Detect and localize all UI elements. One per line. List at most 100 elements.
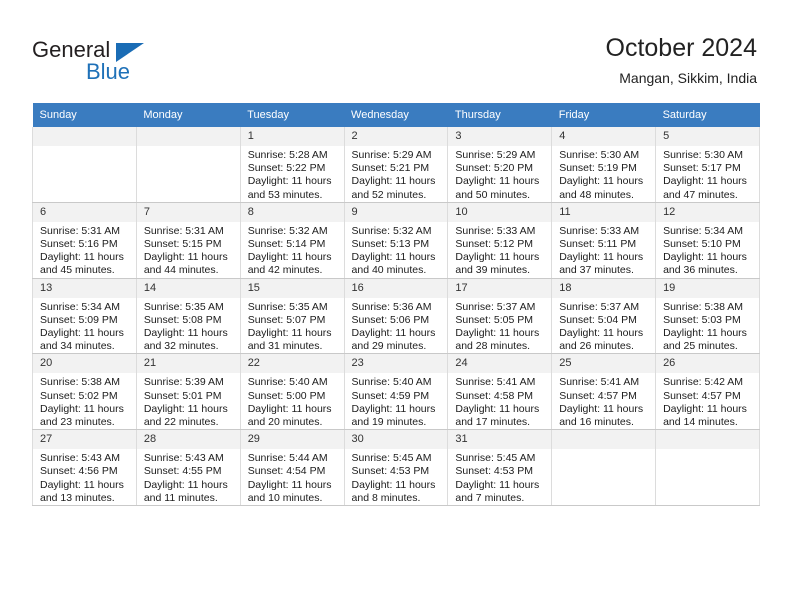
sunrise-text: Sunrise: 5:41 AM <box>559 376 640 389</box>
daylight-text: Daylight: 11 hours and 32 minutes. <box>143 327 228 353</box>
sun-info: Sunrise: 5:37 AM Sunset: 5:05 PM Daylight:… <box>448 298 551 354</box>
calendar-day-cell[interactable]: 5 Sunrise: 5:30 AM Sunset: 5:17 PM Daylight… <box>655 127 760 203</box>
sun-info: Sunrise: 5:35 AM Sunset: 5:07 PM Daylight:… <box>241 298 344 354</box>
daylight-text: Daylight: 11 hours and 40 minutes. <box>351 251 436 277</box>
calendar-day-cell[interactable]: 20 Sunrise: 5:38 AM Sunset: 5:02 PM Dayligh… <box>32 353 137 431</box>
calendar-day-cell[interactable]: 30 Sunrise: 5:45 AM Sunset: 4:53 PM Dayligh… <box>343 429 449 507</box>
sun-info: Sunrise: 5:35 AM Sunset: 5:08 PM Daylight:… <box>137 298 240 354</box>
calendar-day-cell[interactable]: 19 Sunrise: 5:38 AM Sunset: 5:03 PM Dayligh… <box>655 278 760 355</box>
calendar-week-row: 20 Sunrise: 5:38 AM Sunset: 5:02 PM Dayligh… <box>32 353 760 431</box>
sunset-text: Sunset: 4:53 PM <box>351 465 430 478</box>
daylight-text: Daylight: 11 hours and 53 minutes. <box>247 175 332 201</box>
sunrise-text: Sunrise: 5:36 AM <box>351 300 432 313</box>
sunrise-text: Sunrise: 5:38 AM <box>40 376 120 389</box>
calendar-day-cell[interactable]: 28 Sunrise: 5:43 AM Sunset: 4:55 PM Dayligh… <box>135 429 241 507</box>
calendar-day-cell[interactable]: 2 Sunrise: 5:29 AM Sunset: 5:21 PM Daylight… <box>343 127 449 203</box>
day-number <box>33 127 136 146</box>
day-number: 2 <box>344 127 448 146</box>
day-number: 26 <box>656 354 759 374</box>
sun-info: Sunrise: 5:33 AM Sunset: 5:12 PM Daylight:… <box>448 222 551 278</box>
calendar-day-cell[interactable]: 23 Sunrise: 5:40 AM Sunset: 4:59 PM Dayligh… <box>343 353 449 431</box>
calendar-day-cell[interactable]: 10 Sunrise: 5:33 AM Sunset: 5:12 PM Dayligh… <box>447 202 553 279</box>
calendar-day-cell[interactable]: 3 Sunrise: 5:29 AM Sunset: 5:20 PM Daylight… <box>447 127 553 203</box>
calendar-day-cell[interactable]: 4 Sunrise: 5:30 AM Sunset: 5:19 PM Daylight… <box>551 127 657 203</box>
sunset-text: Sunset: 5:22 PM <box>247 162 326 175</box>
day-number: 14 <box>136 278 240 298</box>
sunset-text: Sunset: 5:06 PM <box>351 313 430 326</box>
day-number: 15 <box>240 278 344 298</box>
sunrise-text: Sunrise: 5:29 AM <box>351 149 432 161</box>
calendar-day-cell[interactable]: 26 Sunrise: 5:42 AM Sunset: 4:57 PM Dayligh… <box>655 353 760 431</box>
sunset-text: Sunset: 4:57 PM <box>663 389 741 402</box>
general-blue-logo[interactable]: General Blue <box>32 38 252 90</box>
sunset-text: Sunset: 5:11 PM <box>559 238 637 251</box>
sun-info: Sunrise: 5:32 AM Sunset: 5:14 PM Daylight:… <box>241 222 344 278</box>
weekday-header-sunday: Sunday <box>32 103 137 127</box>
calendar-day-cell[interactable]: 25 Sunrise: 5:41 AM Sunset: 4:57 PM Dayligh… <box>551 353 657 431</box>
calendar-day-cell[interactable]: 14 Sunrise: 5:35 AM Sunset: 5:08 PM Dayligh… <box>135 278 241 355</box>
daylight-text: Daylight: 11 hours and 22 minutes. <box>143 402 228 429</box>
calendar-day-cell[interactable]: 6 Sunrise: 5:31 AM Sunset: 5:16 PM Daylight… <box>32 202 137 279</box>
calendar-day-cell[interactable]: 16 Sunrise: 5:36 AM Sunset: 5:06 PM Dayligh… <box>343 278 449 355</box>
sun-info: Sunrise: 5:32 AM Sunset: 5:13 PM Daylight:… <box>345 222 448 278</box>
calendar-body: 1 Sunrise: 5:28 AM Sunset: 5:22 PM Daylight… <box>32 127 760 507</box>
sunset-text: Sunset: 5:00 PM <box>247 389 326 402</box>
daylight-text: Daylight: 11 hours and 42 minutes. <box>247 251 332 277</box>
sun-info: Sunrise: 5:39 AM Sunset: 5:01 PM Daylight:… <box>137 373 240 429</box>
sunset-text: Sunset: 5:12 PM <box>455 238 534 251</box>
weekday-header-monday: Monday <box>136 103 241 127</box>
weekday-header-friday: Friday <box>551 103 656 127</box>
sun-info: Sunrise: 5:38 AM Sunset: 5:02 PM Daylight:… <box>33 373 136 429</box>
sunrise-text: Sunrise: 5:40 AM <box>247 376 328 389</box>
daylight-text: Daylight: 11 hours and 26 minutes. <box>559 327 644 353</box>
day-number: 29 <box>240 430 344 450</box>
day-number: 11 <box>552 202 656 222</box>
calendar-day-cell[interactable]: 12 Sunrise: 5:34 AM Sunset: 5:10 PM Dayligh… <box>655 202 760 279</box>
calendar-day-cell[interactable]: 9 Sunrise: 5:32 AM Sunset: 5:13 PM Daylight… <box>343 202 449 279</box>
daylight-text: Daylight: 11 hours and 44 minutes. <box>143 251 228 277</box>
daylight-text: Daylight: 11 hours and 7 minutes. <box>455 478 540 504</box>
daylight-text: Daylight: 11 hours and 20 minutes. <box>247 402 332 429</box>
sunset-text: Sunset: 4:57 PM <box>559 389 637 402</box>
sunset-text: Sunset: 5:16 PM <box>40 238 118 251</box>
calendar-day-cell[interactable]: 29 Sunrise: 5:44 AM Sunset: 4:54 PM Dayligh… <box>239 429 345 507</box>
day-number: 8 <box>240 202 344 222</box>
sun-info: Sunrise: 5:31 AM Sunset: 5:16 PM Daylight:… <box>33 222 136 278</box>
calendar-week-row: 27 Sunrise: 5:43 AM Sunset: 4:56 PM Dayligh… <box>32 429 760 507</box>
sunrise-text: Sunrise: 5:45 AM <box>351 452 432 465</box>
sunset-text: Sunset: 5:04 PM <box>559 313 637 326</box>
day-number: 27 <box>33 430 136 450</box>
sunrise-text: Sunrise: 5:34 AM <box>663 224 744 237</box>
calendar-day-cell[interactable]: 27 Sunrise: 5:43 AM Sunset: 4:56 PM Dayligh… <box>32 429 137 507</box>
calendar-day-cell[interactable]: 18 Sunrise: 5:37 AM Sunset: 5:04 PM Dayligh… <box>551 278 657 355</box>
calendar-day-cell[interactable]: 17 Sunrise: 5:37 AM Sunset: 5:05 PM Dayligh… <box>447 278 553 355</box>
day-number: 28 <box>136 430 240 450</box>
calendar-day-cell[interactable]: 13 Sunrise: 5:34 AM Sunset: 5:09 PM Dayligh… <box>32 278 137 355</box>
day-number: 16 <box>344 278 448 298</box>
sunset-text: Sunset: 5:19 PM <box>559 162 637 175</box>
sun-info: Sunrise: 5:43 AM Sunset: 4:56 PM Daylight:… <box>33 449 136 505</box>
calendar-day-cell[interactable]: 7 Sunrise: 5:31 AM Sunset: 5:15 PM Daylight… <box>135 202 241 279</box>
calendar-day-cell[interactable]: 31 Sunrise: 5:45 AM Sunset: 4:53 PM Dayligh… <box>447 429 553 507</box>
sunrise-text: Sunrise: 5:37 AM <box>455 300 536 313</box>
calendar-day-cell[interactable]: 24 Sunrise: 5:41 AM Sunset: 4:58 PM Dayligh… <box>447 353 553 431</box>
sunrise-text: Sunrise: 5:39 AM <box>143 376 224 389</box>
page-title: October 2024 <box>605 34 758 62</box>
day-number: 3 <box>448 127 552 146</box>
daylight-text: Daylight: 11 hours and 45 minutes. <box>40 251 124 277</box>
calendar-day-cell[interactable]: 15 Sunrise: 5:35 AM Sunset: 5:07 PM Dayligh… <box>239 278 345 355</box>
daylight-text: Daylight: 11 hours and 47 minutes. <box>663 175 747 201</box>
day-number: 18 <box>552 278 656 298</box>
calendar-day-cell[interactable]: 1 Sunrise: 5:28 AM Sunset: 5:22 PM Daylight… <box>239 127 345 203</box>
calendar-day-cell[interactable]: 22 Sunrise: 5:40 AM Sunset: 5:00 PM Dayligh… <box>239 353 345 431</box>
calendar-day-cell[interactable]: 21 Sunrise: 5:39 AM Sunset: 5:01 PM Dayligh… <box>135 353 241 431</box>
calendar-day-cell[interactable]: 11 Sunrise: 5:33 AM Sunset: 5:11 PM Dayligh… <box>551 202 657 279</box>
calendar-week-row: 1 Sunrise: 5:28 AM Sunset: 5:22 PM Daylight… <box>32 127 760 203</box>
sunrise-text: Sunrise: 5:30 AM <box>663 149 744 161</box>
sunset-text: Sunset: 5:15 PM <box>143 238 222 251</box>
day-number: 1 <box>240 127 344 146</box>
calendar-day-cell[interactable]: 8 Sunrise: 5:32 AM Sunset: 5:14 PM Daylight… <box>239 202 345 279</box>
sunset-text: Sunset: 5:21 PM <box>351 162 430 175</box>
day-number: 31 <box>448 430 552 450</box>
sunrise-text: Sunrise: 5:35 AM <box>247 300 328 313</box>
